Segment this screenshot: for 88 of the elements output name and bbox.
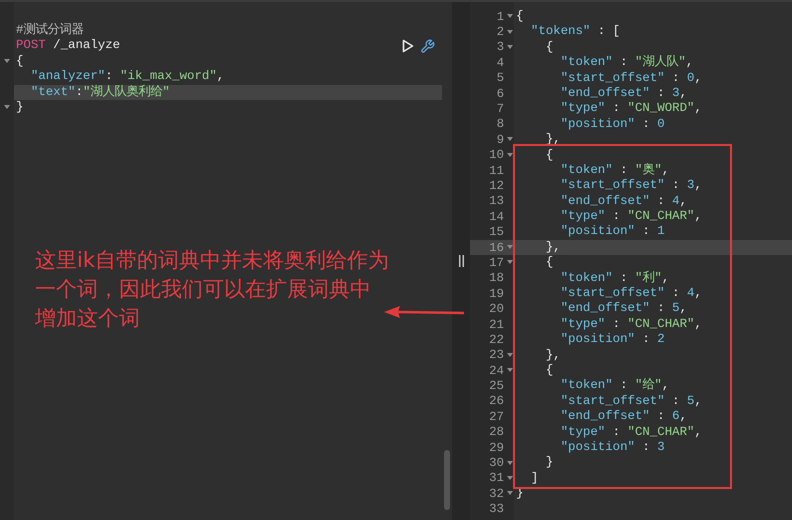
annotation-text: 这里ik自带的词典中并未将奥利给作为 一个词，因此我们可以在扩展词典中 增加这个词 — [35, 247, 389, 332]
fold-arrow-icon[interactable] — [507, 260, 513, 266]
line-number: 26 — [489, 394, 504, 408]
line-number: 32 — [489, 486, 504, 501]
code-line: } — [544, 455, 554, 471]
line-number: 17 — [489, 256, 504, 270]
code-line: "text":"湖人队奥利给" — [30, 84, 170, 100]
line-number: 13 — [489, 194, 504, 208]
line-number: 6 — [496, 86, 504, 101]
fold-arrow-icon[interactable] — [507, 352, 513, 358]
code-line: "start_offset" : 0, — [560, 70, 702, 86]
line-number: 28 — [489, 425, 504, 440]
code-line: "type" : "CN_WORD", — [560, 101, 702, 117]
line-number: 18 — [489, 271, 504, 286]
fold-arrow-icon[interactable] — [4, 105, 10, 110]
line-number: 15 — [489, 225, 504, 240]
code-line: POST /_analyze — [16, 38, 120, 54]
line-number: 12 — [489, 178, 504, 193]
code-line: "tokens" : [ — [530, 24, 620, 40]
code-line: }, — [544, 240, 561, 256]
code-line: { — [544, 255, 554, 271]
line-number: 4 — [496, 56, 504, 70]
code-line: "token" : "湖人队", — [560, 55, 694, 71]
wrench-icon[interactable] — [420, 39, 435, 54]
code-line: "analyzer": "ik_max_word", — [30, 69, 224, 84]
code-line: "position" : 0 — [560, 116, 665, 132]
code-line: { — [544, 148, 554, 163]
line-number: 19 — [489, 286, 504, 301]
code-line: "type" : "CN_CHAR", — [560, 316, 702, 332]
code-line: "start_offset" : 4, — [560, 286, 702, 302]
line-number: 24 — [489, 364, 504, 378]
line-number: 11 — [489, 164, 504, 178]
fold-arrow-icon[interactable] — [507, 476, 513, 481]
line-number: 31 — [489, 471, 504, 486]
code-line: "end_offset" : 5, — [560, 301, 688, 317]
fold-arrow-icon[interactable] — [507, 30, 513, 35]
line-number: 33 — [489, 502, 504, 516]
scrollbar-thumb[interactable] — [444, 450, 450, 510]
line-number: 8 — [496, 117, 504, 132]
line-number: 16 — [489, 240, 504, 255]
code-line: "position" : 3 — [560, 440, 665, 456]
line-number: 5 — [496, 71, 504, 86]
code-line: #测试分词器 — [16, 23, 84, 38]
fold-arrow-icon[interactable] — [507, 460, 513, 466]
line-number: 10 — [489, 148, 504, 162]
code-line: { — [544, 40, 554, 56]
line-number: 23 — [489, 348, 504, 362]
code-line: }, — [544, 348, 561, 363]
code-line: "token" : "给", — [560, 378, 670, 394]
code-line: "end_offset" : 4, — [560, 194, 688, 210]
fold-arrow-icon[interactable] — [507, 368, 513, 374]
code-line: "start_offset" : 5, — [560, 394, 702, 410]
resize-handle-icon[interactable] — [458, 255, 464, 267]
code-line: "position" : 2 — [560, 332, 665, 348]
code-line: "token" : "奥", — [560, 162, 670, 178]
fold-arrow-icon[interactable] — [507, 152, 513, 158]
line-number: 7 — [496, 102, 504, 116]
line-number: 30 — [489, 456, 504, 470]
line-number: 27 — [489, 410, 504, 424]
line-number: 20 — [489, 302, 504, 316]
play-icon[interactable] — [402, 39, 414, 53]
code-line: "type" : "CN_CHAR", — [560, 209, 702, 224]
code-line: { — [16, 54, 24, 70]
line-number: 25 — [489, 379, 504, 394]
fold-arrow-icon[interactable] — [507, 491, 513, 496]
fold-arrow-icon[interactable] — [507, 245, 513, 250]
code-line: "position" : 1 — [560, 224, 665, 240]
line-number: 3 — [496, 40, 504, 54]
code-line: "token" : "利", — [560, 270, 670, 286]
line-number: 2 — [496, 25, 504, 40]
line-number: 21 — [489, 318, 504, 332]
code-line: { — [516, 9, 524, 24]
line-number: 1 — [496, 10, 504, 24]
fold-arrow-icon[interactable] — [507, 44, 513, 50]
line-number: 29 — [489, 440, 504, 455]
code-line: { — [544, 362, 554, 378]
code-line: } — [16, 100, 24, 116]
fold-arrow-icon[interactable] — [4, 58, 10, 64]
fold-arrow-icon[interactable] — [507, 14, 513, 20]
code-line: "type" : "CN_CHAR", — [560, 424, 702, 440]
fold-arrow-icon[interactable] — [507, 137, 513, 142]
code-line: "end_offset" : 6, — [560, 409, 688, 425]
code-line: "start_offset" : 3, — [560, 178, 702, 194]
code-line: "end_offset" : 3, — [560, 86, 688, 102]
line-number: 9 — [496, 132, 504, 147]
line-number: 14 — [489, 210, 504, 224]
code-line: ] — [530, 470, 538, 486]
line-number: 22 — [489, 332, 504, 347]
